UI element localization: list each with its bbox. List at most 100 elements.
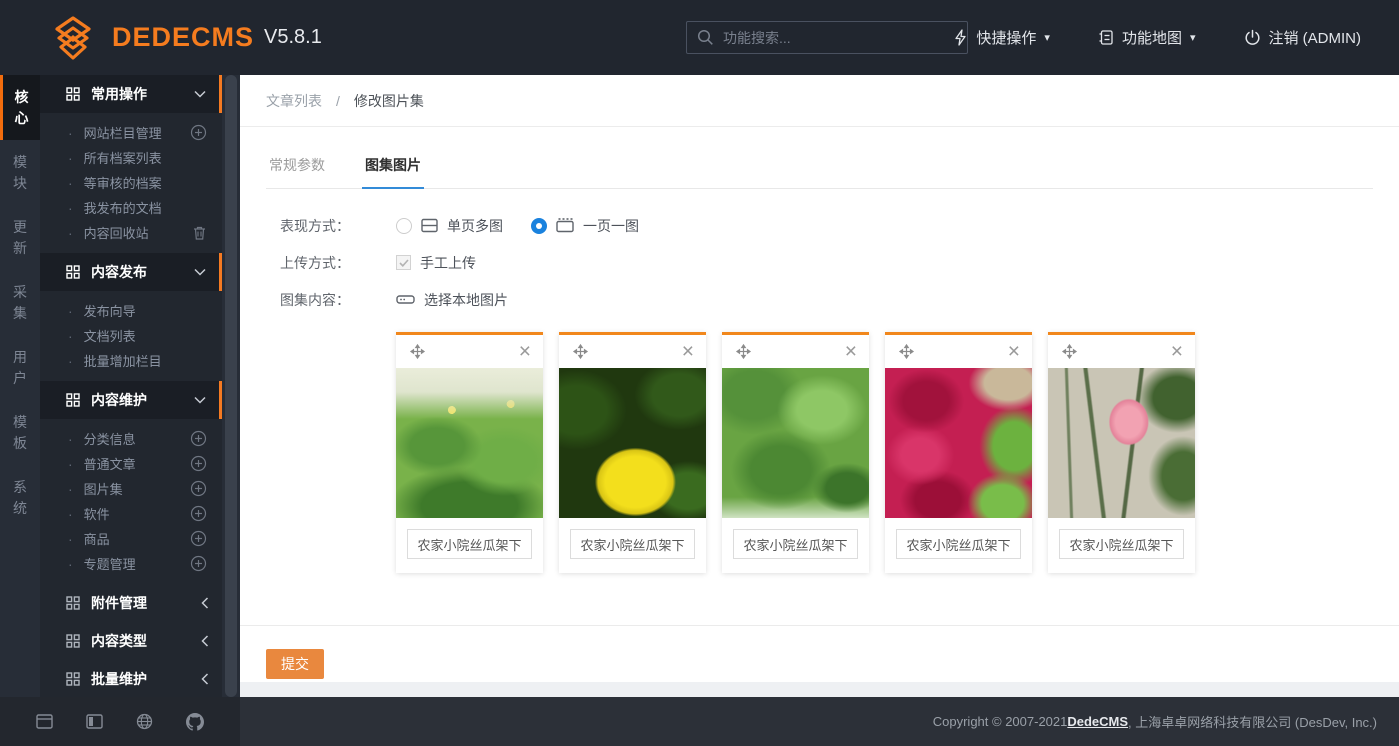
rail-item-templates[interactable]: 模板 xyxy=(0,400,40,465)
plus-circle-icon[interactable] xyxy=(190,555,207,572)
move-icon[interactable] xyxy=(734,342,753,361)
sidebar-section-content-publish[interactable]: 内容发布 xyxy=(40,253,222,291)
sidebar-section-common-ops[interactable]: 常用操作 xyxy=(40,75,222,113)
sidebar: 常用操作 ·网站栏目管理 ·所有档案列表 ·等审核的档案 ·我发布的文档 ·内容… xyxy=(40,75,222,697)
sidebar-scrollbar[interactable] xyxy=(222,75,240,697)
plus-circle-icon[interactable] xyxy=(190,430,207,447)
move-icon[interactable] xyxy=(408,342,427,361)
split-layout-icon xyxy=(421,218,438,233)
caption-input[interactable] xyxy=(570,529,695,559)
chevron-left-icon xyxy=(201,673,209,685)
sidebar-section-attachments[interactable]: 附件管理 xyxy=(40,584,222,622)
search-box[interactable] xyxy=(686,21,968,54)
close-icon[interactable]: × xyxy=(845,341,857,362)
move-icon[interactable] xyxy=(897,342,916,361)
gallery-content-label: 图集内容： xyxy=(280,290,396,310)
caption-input[interactable] xyxy=(733,529,858,559)
radio-unchecked[interactable] xyxy=(396,218,412,234)
section-label: 常用操作 xyxy=(91,84,147,104)
tab-general-params[interactable]: 常规参数 xyxy=(266,155,328,188)
quick-actions-menu[interactable]: 快捷操作 ▾ xyxy=(953,27,1050,48)
sidebar-item-topics[interactable]: ·专题管理 xyxy=(40,551,222,576)
caret-down-icon: ▾ xyxy=(1190,31,1196,44)
submit-area: 提交 xyxy=(240,625,1399,679)
browser-window-icon[interactable] xyxy=(36,714,53,729)
option-one-per-page[interactable]: 一页一图 xyxy=(531,216,639,236)
pick-local-images-button[interactable]: 选择本地图片 xyxy=(396,290,508,310)
sidebar-item-batch-add-columns[interactable]: ·批量增加栏目 xyxy=(40,348,222,373)
rail-item-core[interactable]: 核心 xyxy=(0,75,40,140)
section-label: 内容类型 xyxy=(91,631,147,651)
sidebar-item-classified-info[interactable]: ·分类信息 xyxy=(40,426,222,451)
plus-circle-icon[interactable] xyxy=(190,455,207,472)
pick-local-label: 选择本地图片 xyxy=(424,290,508,310)
rail-item-users[interactable]: 用户 xyxy=(0,335,40,400)
search-input[interactable] xyxy=(723,30,943,46)
gallery-image xyxy=(885,368,1032,518)
chevron-left-icon xyxy=(201,597,209,609)
close-icon[interactable]: × xyxy=(519,341,531,362)
close-icon[interactable]: × xyxy=(1008,341,1020,362)
breadcrumb-parent[interactable]: 文章列表 xyxy=(266,91,322,111)
sidebar-item-site-columns[interactable]: ·网站栏目管理 xyxy=(40,120,222,145)
sidebar-section-content-types[interactable]: 内容类型 xyxy=(40,622,222,660)
caption-input[interactable] xyxy=(407,529,532,559)
checkbox-checked-disabled[interactable] xyxy=(396,255,411,270)
sidebar-item-image-gallery[interactable]: ·图片集 xyxy=(40,476,222,501)
bullet: · xyxy=(68,431,73,447)
sidebar-section-content-maintain[interactable]: 内容维护 xyxy=(40,381,222,419)
option-multi-per-page[interactable]: 单页多图 xyxy=(396,216,503,236)
radio-checked[interactable] xyxy=(531,218,547,234)
brand-name: DEDECMS xyxy=(112,22,254,53)
move-icon[interactable] xyxy=(1060,342,1079,361)
breadcrumb-current: 修改图片集 xyxy=(354,91,424,111)
sidebar-item-normal-article[interactable]: ·普通文章 xyxy=(40,451,222,476)
sidebar-item-recycle-bin[interactable]: ·内容回收站 xyxy=(40,220,222,245)
caption-input[interactable] xyxy=(896,529,1021,559)
card-caption-area xyxy=(1048,518,1195,573)
close-icon[interactable]: × xyxy=(1171,341,1183,362)
move-icon[interactable] xyxy=(571,342,590,361)
display-mode-row: 表现方式： 单页多图 一页一图 xyxy=(280,215,1399,236)
plus-circle-icon[interactable] xyxy=(190,480,207,497)
plus-circle-icon[interactable] xyxy=(190,530,207,547)
rail-item-collect[interactable]: 采集 xyxy=(0,270,40,335)
plus-circle-icon[interactable] xyxy=(190,124,207,141)
sidebar-layout-icon[interactable] xyxy=(86,714,103,729)
tab-gallery-images[interactable]: 图集图片 xyxy=(362,155,424,189)
gallery-card: × xyxy=(885,332,1032,573)
logout-menu[interactable]: 注销 (ADMIN) xyxy=(1244,27,1362,48)
github-icon[interactable] xyxy=(186,713,204,731)
caption-input[interactable] xyxy=(1059,529,1184,559)
scrollbar-thumb[interactable] xyxy=(225,75,237,697)
caret-down-icon: ▾ xyxy=(1044,31,1050,44)
option-manual-upload[interactable]: 手工上传 xyxy=(396,253,476,273)
sidebar-item-all-archives[interactable]: ·所有档案列表 xyxy=(40,145,222,170)
rail-item-modules[interactable]: 模块 xyxy=(0,140,40,205)
upload-mode-label: 上传方式： xyxy=(280,253,396,273)
bullet: · xyxy=(68,200,73,216)
option-label: 手工上传 xyxy=(420,253,476,273)
close-icon[interactable]: × xyxy=(682,341,694,362)
sidebar-item-software[interactable]: ·软件 xyxy=(40,501,222,526)
rail-item-update[interactable]: 更新 xyxy=(0,205,40,270)
rail-item-system[interactable]: 系统 xyxy=(0,465,40,530)
feature-map-menu[interactable]: 功能地图 ▾ xyxy=(1098,27,1196,48)
plus-circle-icon[interactable] xyxy=(190,505,207,522)
display-mode-label: 表现方式： xyxy=(280,216,396,236)
dedecms-link[interactable]: DedeCMS xyxy=(1067,714,1128,729)
sidebar-section-batch-maintain[interactable]: 批量维护 xyxy=(40,660,222,697)
trash-icon[interactable] xyxy=(192,225,207,241)
section-label: 内容发布 xyxy=(91,262,147,282)
card-toolbar: × xyxy=(885,335,1032,368)
submit-button[interactable]: 提交 xyxy=(266,649,324,679)
sidebar-item-publish-wizard[interactable]: ·发布向导 xyxy=(40,298,222,323)
power-icon xyxy=(1244,29,1261,46)
main-layout: 核心 模块 更新 采集 用户 模板 系统 常用操作 ·网站栏目管理 ·所有档案列… xyxy=(0,75,1399,697)
sidebar-item-pending-archives[interactable]: ·等审核的档案 xyxy=(40,170,222,195)
globe-icon[interactable] xyxy=(136,713,153,730)
sidebar-item-products[interactable]: ·商品 xyxy=(40,526,222,551)
sidebar-item-document-list[interactable]: ·文档列表 xyxy=(40,323,222,348)
sidebar-item-my-documents[interactable]: ·我发布的文档 xyxy=(40,195,222,220)
grid-icon xyxy=(66,87,80,101)
